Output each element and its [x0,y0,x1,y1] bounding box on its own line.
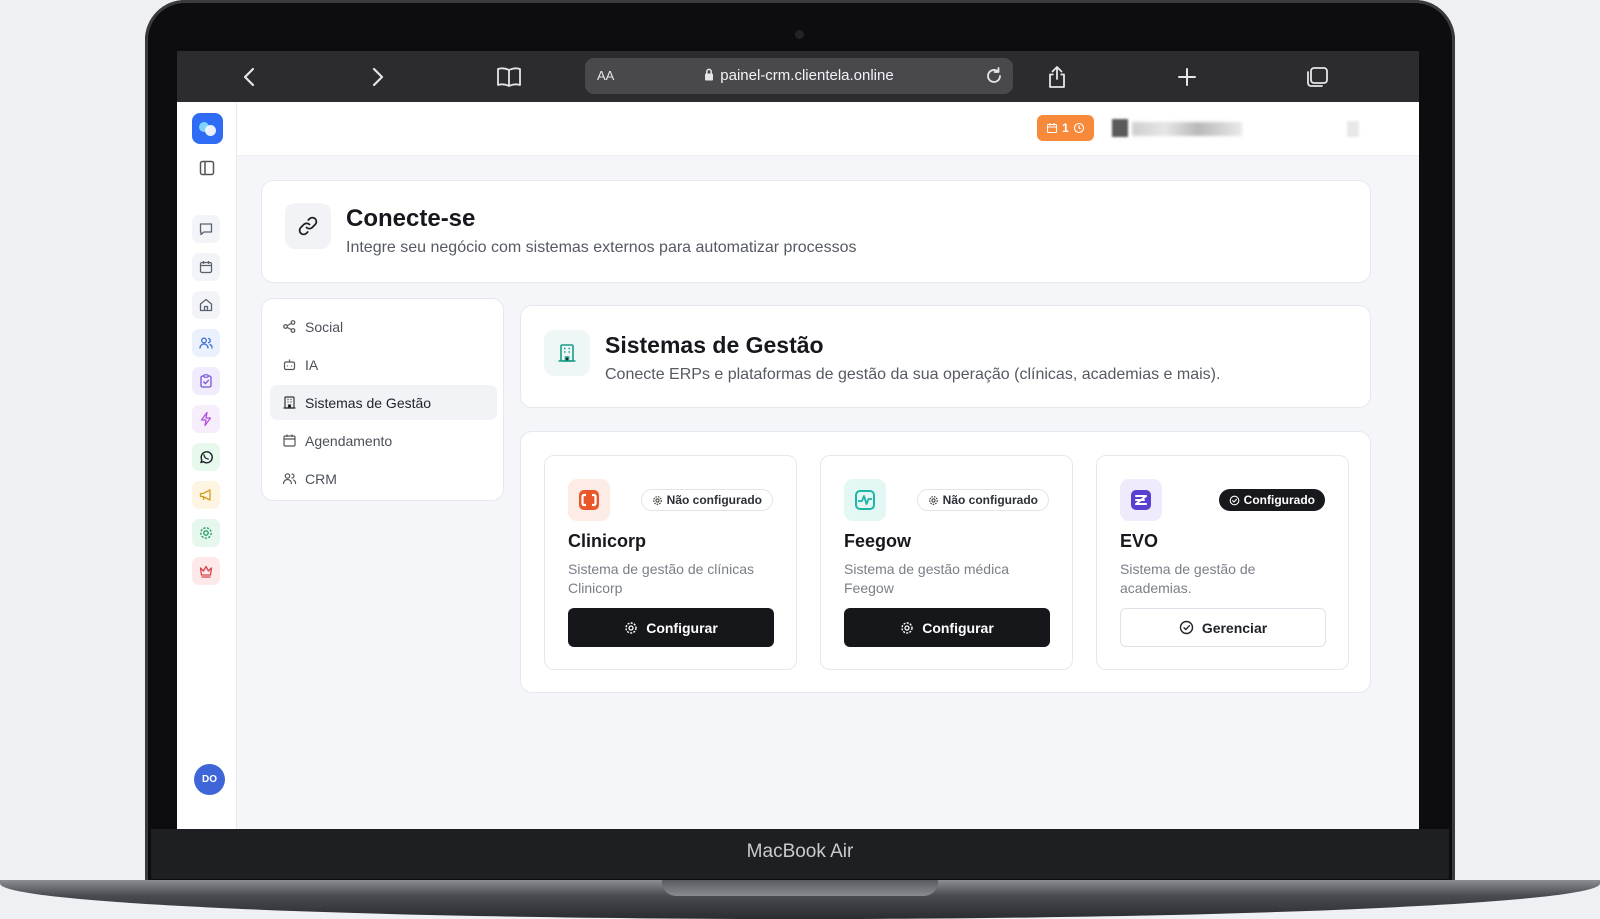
share-icon[interactable] [1043,63,1071,91]
nav-item-agendamento[interactable]: Agendamento [270,423,497,458]
url-text: painel-crm.clientela.online [585,67,1013,84]
gear-icon [928,495,938,505]
configure-button[interactable]: Configurar [844,608,1050,647]
sidebar-toggle-icon[interactable] [196,157,218,179]
building-icon [283,396,296,409]
sidebar-nav [192,215,220,595]
nav-item-ia[interactable]: IA [270,347,497,382]
nav-item-label: CRM [305,470,337,487]
page-title: Conecte-se [346,205,476,232]
configure-button[interactable]: Configurar [568,608,774,647]
integration-name: Clinicorp [568,531,647,551]
nav-item-label: Agendamento [305,432,393,449]
address-bar[interactable]: AA painel-crm.clientela.online [585,58,1013,94]
link-icon [285,203,331,249]
section-subtitle: Conecte ERPs e plataformas de gestão da … [605,366,1221,383]
page-subtitle: Integre seu negócio com sistemas externo… [346,239,857,256]
lock-icon [705,68,714,81]
integration-card-clinicorp: Não configurado Clinicorp Sistema de ges… [544,455,797,670]
check-circle-icon [1229,495,1240,505]
forward-icon[interactable] [364,63,392,91]
calendar-icon[interactable] [192,253,220,281]
button-label: Gerenciar [1201,619,1268,636]
app-logo[interactable] [192,113,223,144]
building-icon [544,330,590,376]
users-icon [282,473,297,485]
share-icon [283,320,296,333]
nav-item-label: Sistemas de Gestão [305,394,432,411]
nav-item-label: Social [305,318,344,335]
gear-icon [652,495,662,505]
settings-gear-icon[interactable] [192,519,220,547]
clinicorp-logo-icon [568,479,610,521]
nav-item-social[interactable]: Social [270,309,497,344]
contacts-icon[interactable] [192,329,220,357]
topbar: 1 [237,102,1419,156]
laptop-notch [662,880,938,896]
manage-button[interactable]: Gerenciar [1120,608,1326,647]
integration-name: Feegow [844,531,912,551]
notification-count: 1 [1062,121,1069,135]
status-badge: Não configurado [916,489,1049,511]
sidebar: DO [177,102,237,829]
back-icon[interactable] [235,63,263,91]
url-value: painel-crm.clientela.online [720,67,894,84]
integration-card-evo: Configurado EVO Sistema de gestão de aca… [1096,455,1349,670]
nav-item-crm[interactable]: CRM [270,461,497,496]
status-badge: Configurado [1218,489,1325,511]
whatsapp-icon[interactable] [192,443,220,471]
status-badge-label: Não configurado [666,493,762,507]
gear-icon [901,621,913,634]
integrations-grid: Não configurado Clinicorp Sistema de ges… [520,431,1371,693]
browser-toolbar: AA painel-crm.clientela.online [177,51,1419,102]
nav-item-label: IA [305,356,319,373]
integration-category-nav: Social IA Sistemas de Gestão Agendamento… [261,298,504,501]
section-title: Sistemas de Gestão [605,332,824,358]
calendar-small-icon [1047,123,1058,134]
button-label: Configurar [646,619,718,636]
home-icon[interactable] [192,291,220,319]
status-badge-label: Não configurado [942,493,1038,507]
megaphone-icon[interactable] [192,481,220,509]
notification-badge[interactable]: 1 [1037,115,1094,141]
button-label: Configurar [922,619,994,636]
messages-icon[interactable] [192,215,220,243]
camera [795,30,804,39]
screen: AA painel-crm.clientela.online DO 1 Cone… [177,51,1419,829]
tabs-overview-icon[interactable] [1303,63,1331,91]
integration-description: Sistema de gestão médica Feegow [844,561,1009,596]
integration-description: Sistema de gestão de clínicas Clinicorp [568,561,754,596]
redacted-user-menu [1347,121,1359,137]
clock-icon [1073,122,1084,134]
integration-description: Sistema de gestão de academias. [1120,561,1256,596]
new-tab-icon[interactable] [1173,63,1201,91]
laptop-bezel: MacBook Air [151,829,1449,879]
bookmarks-icon[interactable] [495,63,523,91]
nav-item-sistemas-de-gestao[interactable]: Sistemas de Gestão [270,385,497,420]
feegow-logo-icon [844,479,886,521]
section-header-card: Sistemas de Gestão Conecte ERPs e plataf… [520,305,1371,408]
integration-name: EVO [1120,531,1159,551]
user-avatar[interactable]: DO [194,764,225,795]
status-badge-label: Configurado [1243,493,1315,507]
app: DO 1 Conecte-se Integre seu negócio com … [177,102,1419,829]
page-header-card: Conecte-se Integre seu negócio com siste… [261,180,1371,283]
crown-icon[interactable] [192,557,220,585]
device-label: MacBook Air [746,841,854,862]
check-circle-icon [1179,620,1194,635]
integration-card-feegow: Não configurado Feegow Sistema de gestão… [820,455,1073,670]
evo-logo-icon [1120,479,1162,521]
redacted-user-info [1112,119,1128,137]
redacted-user-name [1132,122,1242,136]
gear-icon [625,621,637,634]
bot-icon [283,359,296,371]
reload-icon[interactable] [983,65,1005,87]
clipboard-check-icon[interactable] [192,367,220,395]
lightning-icon[interactable] [192,405,220,433]
status-badge: Não configurado [640,489,773,511]
calendar-icon [283,434,296,447]
